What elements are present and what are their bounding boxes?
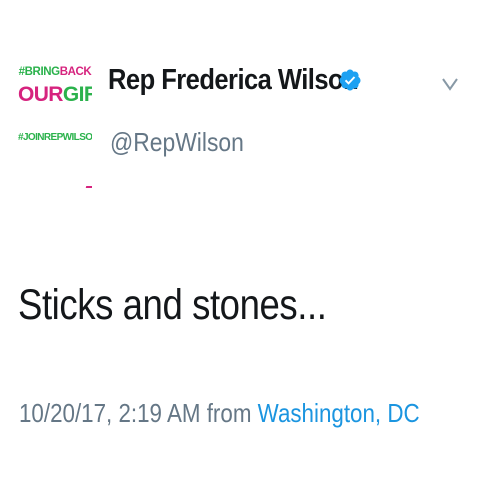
tweet-card: #BRINGBACK OURGIRLS #JOINREPWILSON Rep F… [0,0,480,480]
avatar-hashtag-joinrepwilson: #JOINREPWILSON [18,132,92,143]
avatar-accent-stripe [77,186,92,188]
avatar[interactable]: #BRINGBACK OURGIRLS #JOINREPWILSON [18,36,92,188]
chevron-down-icon[interactable] [441,77,459,91]
verified-badge-icon [339,69,361,91]
avatar-hashtag-bringback: #BRINGBACK [18,66,92,78]
author-display-name[interactable]: Rep Frederica Wilson [108,64,359,97]
avatar-text-ourgirls: OURGIRLS [18,83,92,106]
tweet-text: Sticks and stones... [18,281,327,329]
tweet-timestamp[interactable]: 10/20/17, 2:19 AM [19,398,201,428]
tweet-meta: 10/20/17, 2:19 AM from Washington, DC [19,398,420,429]
tweet-location-link[interactable]: Washington, DC [258,398,420,428]
tweet-from-label: from [206,398,252,428]
author-handle[interactable]: @RepWilson [110,127,244,158]
